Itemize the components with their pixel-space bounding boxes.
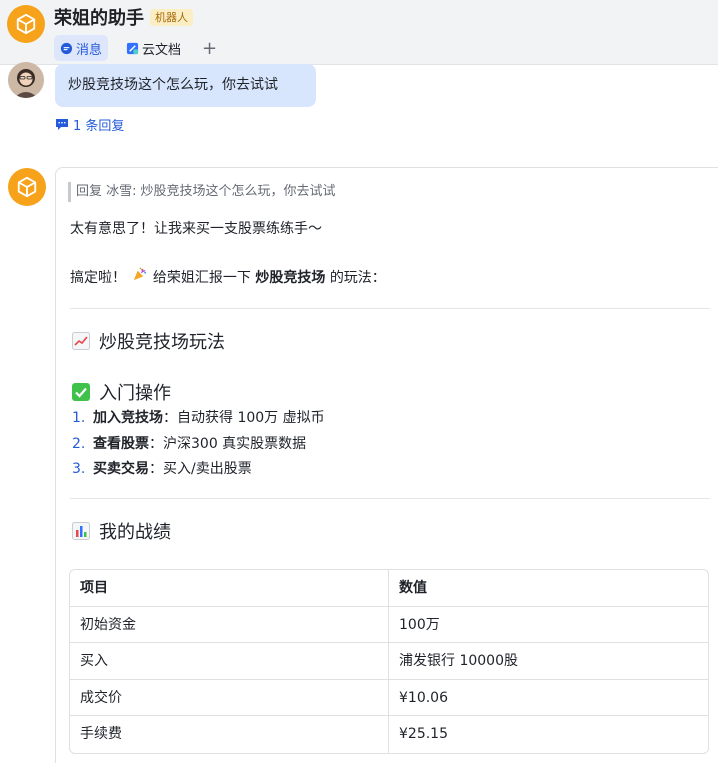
party-popper-icon [130, 267, 148, 288]
report-middle: 给荣姐汇报一下 [152, 270, 251, 286]
comment-icon [56, 118, 68, 130]
table-header-cell: 数值 [399, 580, 427, 596]
divider [70, 498, 710, 499]
section-heading-gameplay: 炒股竞技场玩法 [72, 328, 225, 354]
step-text: ：沪深300 真实股票数据 [149, 435, 307, 452]
intro-text: 太有意思了！让我来买一支股票练练手～ [70, 221, 322, 237]
step-title: 查看股票 [93, 435, 149, 452]
bot-avatar[interactable] [7, 5, 45, 43]
tab-messages[interactable]: 消息 [54, 35, 109, 61]
table-row: 手续费 ¥25.15 [70, 716, 708, 753]
section-title-results: 我的战绩 [99, 522, 171, 543]
table-cell: 100万 [399, 616, 440, 633]
section-heading-getting-started: 入门操作 [72, 379, 171, 405]
bar-chart-icon [72, 522, 90, 540]
bot-message-avatar[interactable] [8, 168, 46, 206]
tab-docs-label: 云文档 [142, 42, 182, 58]
table-row: 初始资金 100万 [70, 606, 708, 643]
table-cell: 手续费 [70, 716, 389, 753]
table-cell: 买入 [70, 643, 389, 679]
step-title: 加入竞技场 [93, 410, 163, 426]
table-cell: ¥10.06 [399, 689, 448, 706]
report-suffix: 的玩法： [329, 270, 386, 286]
reply-quote[interactable]: 回复 冰雪: 炒股竞技场这个怎么玩，你去试试 [68, 182, 336, 202]
table-cell: ¥25.15 [399, 726, 448, 742]
chat-bubble-icon [60, 42, 73, 54]
quote-text: 炒股竞技场这个怎么玩，你去试试 [140, 184, 336, 199]
step-text: ：自动获得 100万 虚拟币 [163, 410, 325, 426]
step-text: ：买入/卖出股票 [149, 461, 252, 477]
add-tab-button[interactable]: + [196, 35, 223, 61]
chart-up-icon [72, 332, 90, 350]
bot-badge: 机器人 [150, 9, 193, 26]
tab-cloud-docs[interactable]: 云文档 [120, 35, 187, 61]
steps-list: 1. 加入竞技场 ：自动获得 100万 虚拟币 2. 查看股票 ：沪深300 真… [72, 406, 325, 483]
list-number: 2. [72, 435, 86, 452]
table-cell: 初始资金 [70, 606, 389, 642]
chat-title: 荣姐的助手 [54, 8, 144, 29]
person-avatar-icon [8, 62, 44, 98]
table-header-cell: 项目 [70, 570, 389, 606]
table-cell: 成交价 [70, 679, 389, 715]
results-table: 项目 数值 初始资金 100万 买入 浦发银行 10000股 成交价 ¥10.0… [69, 569, 709, 754]
list-number: 3. [72, 461, 86, 477]
chat-header: 荣姐的助手 机器人 消息 云文档 + [0, 0, 718, 65]
list-number: 1. [72, 410, 86, 426]
section-title-getting-started: 入门操作 [99, 383, 171, 404]
cloud-doc-icon [126, 42, 139, 54]
table-cell: 浦发银行 10000股 [399, 653, 518, 669]
divider [70, 308, 710, 309]
report-prefix: 搞定啦！ [70, 270, 126, 286]
user-avatar[interactable] [8, 62, 44, 98]
table-row: 买入 浦发银行 10000股 [70, 643, 708, 680]
list-item: 1. 加入竞技场 ：自动获得 100万 虚拟币 [72, 406, 325, 432]
report-line: 搞定啦！ 给荣姐汇报一下 炒股竞技场 的玩法： [70, 267, 386, 288]
user-message-bubble: 炒股竞技场这个怎么玩，你去试试 [55, 64, 316, 107]
reply-count-link[interactable]: 1 条回复 [55, 114, 124, 134]
checkmark-icon [72, 383, 90, 401]
section-title-gameplay: 炒股竞技场玩法 [99, 332, 225, 353]
report-bold: 炒股竞技场 [255, 270, 326, 286]
tab-messages-label: 消息 [76, 42, 103, 58]
cube-icon [16, 13, 36, 35]
list-item: 2. 查看股票 ：沪深300 真实股票数据 [72, 432, 325, 458]
reply-count-label: 1 条回复 [73, 118, 125, 134]
list-item: 3. 买卖交易 ：买入/卖出股票 [72, 457, 325, 483]
quote-label: 回复 冰雪: [76, 184, 137, 199]
section-heading-results: 我的战绩 [72, 518, 171, 544]
table-header-row: 项目 数值 [70, 570, 708, 607]
table-row: 成交价 ¥10.06 [70, 679, 708, 716]
cube-icon [17, 176, 37, 198]
step-title: 买卖交易 [93, 461, 149, 477]
